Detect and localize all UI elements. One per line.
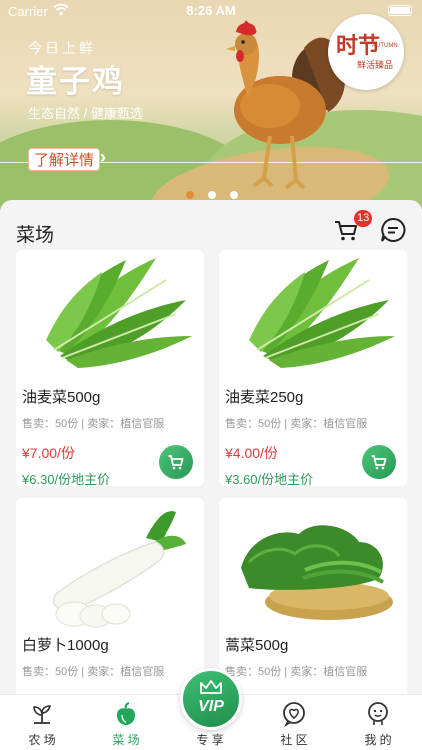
- tab-label: 专 享: [196, 733, 224, 747]
- product-price: ¥4.00/份: [225, 445, 278, 461]
- carousel-dot[interactable]: [208, 191, 216, 199]
- banner-subtitle: 今日上鲜: [28, 40, 96, 56]
- vip-button[interactable]: VIP: [180, 668, 242, 730]
- cart-count-badge: 13: [354, 210, 373, 227]
- badge-subtitle: 鲜活臻品: [356, 60, 393, 70]
- tab-profile[interactable]: 我 的: [336, 695, 420, 750]
- product-meta: 售卖：50份 | 卖家：植信官服: [225, 666, 368, 678]
- seasonal-badge: 时节 AUTUMN 鲜活臻品: [328, 14, 404, 90]
- product-price: ¥7.00/份: [22, 445, 75, 461]
- radish-image: [52, 511, 186, 628]
- battery-icon: [388, 5, 412, 16]
- vip-label: VIP: [198, 698, 224, 715]
- community-heart-icon: [283, 702, 305, 727]
- tab-label: 社 区: [280, 733, 308, 747]
- learn-more-button[interactable]: 了解详情: [28, 148, 101, 171]
- add-to-cart-button[interactable]: [362, 445, 396, 479]
- section-title: 菜场: [16, 225, 55, 246]
- product-meta: 售卖：50份 | 卖家：植信官服: [22, 666, 165, 678]
- tab-label: 农 场: [28, 733, 56, 747]
- lettuce-image: [249, 258, 395, 368]
- banner-slogan: 生态自然 / 健康甄选: [28, 106, 143, 121]
- carousel-dot[interactable]: [230, 191, 238, 199]
- market-sheet: 菜场 13 油麦菜500g 售卖：50份 | 卖家：植信官服 ¥7.00/份 ¥…: [0, 200, 422, 734]
- cart-icon: [371, 455, 387, 470]
- tab-label: 菜 场: [112, 733, 140, 747]
- vip-crown-icon: [200, 680, 222, 694]
- product-meta: 售卖：50份 | 卖家：植信官服: [22, 418, 165, 430]
- tab-community[interactable]: 社 区: [252, 695, 336, 750]
- product-card[interactable]: 油麦菜250g 售卖：50份 | 卖家：植信官服 ¥4.00/份 ¥3.60/份…: [219, 250, 407, 486]
- greens-basket-image: [241, 525, 393, 620]
- add-to-cart-button[interactable]: [159, 445, 193, 479]
- vegetable-icon: [117, 702, 135, 725]
- cart-icon: [168, 455, 184, 470]
- tab-label: 我 的: [364, 733, 392, 747]
- product-meta: 售卖：50份 | 卖家：植信官服: [225, 418, 368, 430]
- lettuce-image: [46, 258, 192, 368]
- carousel-dot[interactable]: [186, 191, 194, 199]
- product-name: 蒿菜500g: [225, 637, 289, 654]
- product-name: 白萝卜1000g: [22, 637, 109, 654]
- banner-title: 童子鸡: [26, 64, 125, 99]
- message-icon[interactable]: [380, 217, 406, 243]
- profile-icon: [368, 702, 388, 725]
- hero-banner[interactable]: Carrier 8:26 AM 今日上鲜 童子鸡 生态自然 / 健康甄选 了解详…: [0, 0, 422, 210]
- sprout-icon: [33, 705, 52, 724]
- tab-farm[interactable]: 农 场: [0, 695, 84, 750]
- member-price: ¥6.30/份地主价: [22, 472, 111, 486]
- product-card[interactable]: 油麦菜500g 售卖：50份 | 卖家：植信官服 ¥7.00/份 ¥6.30/份…: [16, 250, 204, 486]
- tab-market[interactable]: 菜 场: [84, 695, 168, 750]
- member-price: ¥3.60/份地主价: [225, 472, 314, 486]
- badge-en: AUTUMN: [372, 43, 398, 49]
- product-name: 油麦菜500g: [22, 389, 101, 406]
- product-name: 油麦菜250g: [225, 389, 304, 406]
